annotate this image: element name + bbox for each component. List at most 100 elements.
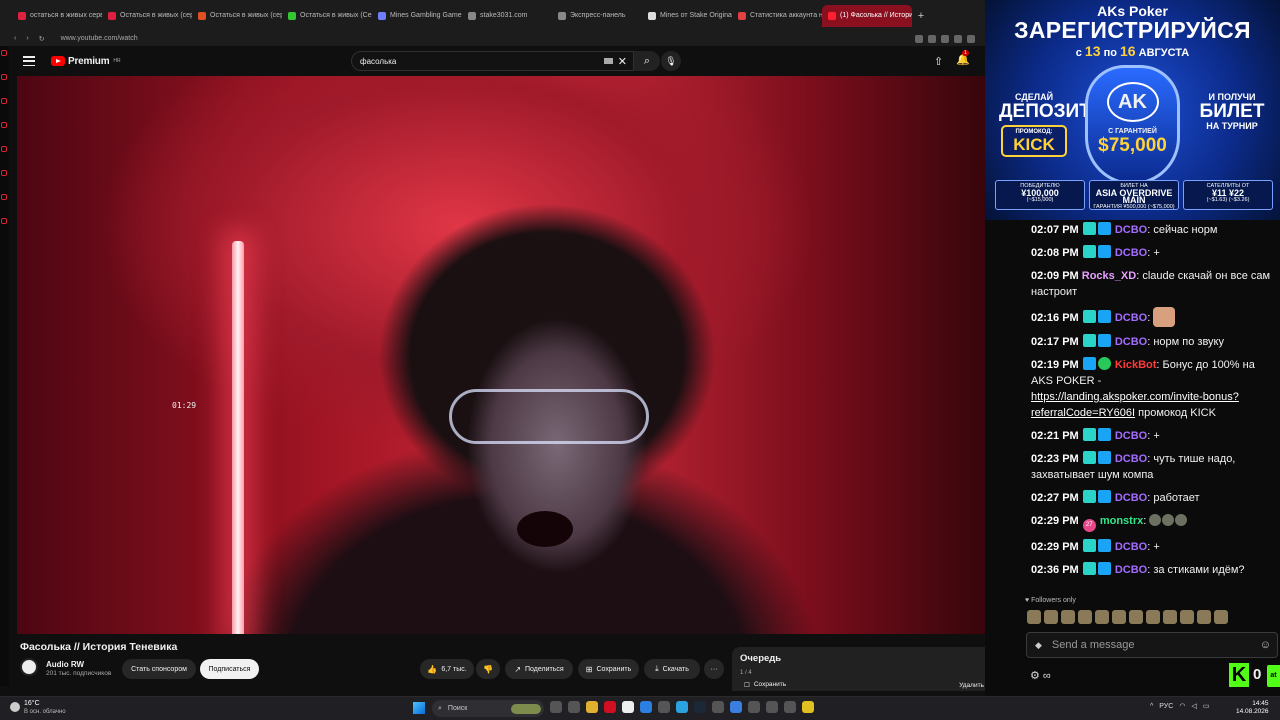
chat-username[interactable]: DCBO	[1115, 336, 1147, 348]
emote-icon[interactable]	[1078, 610, 1092, 624]
chat-send-chip[interactable]: at	[1267, 665, 1280, 687]
like-button[interactable]: 👍 6,7 тыс.	[420, 659, 474, 679]
browser-tab[interactable]: (1) Фасолька // Истори	[822, 4, 912, 27]
store-icon[interactable]	[730, 701, 742, 713]
keyboard-icon[interactable]	[603, 58, 613, 64]
forward-icon[interactable]: ›	[26, 35, 28, 42]
chat-username[interactable]: DCBO	[1115, 541, 1147, 553]
emoji-picker-icon[interactable]: ☺	[1260, 639, 1271, 651]
sidebar-app-icon[interactable]	[1, 170, 7, 176]
emote-icon[interactable]	[1129, 610, 1143, 624]
chrome-icon[interactable]	[568, 701, 580, 713]
chat-username[interactable]: DCBO	[1115, 453, 1147, 465]
sidebar-app-icon[interactable]	[1, 122, 7, 128]
channel-avatar[interactable]	[20, 658, 38, 676]
sidebar-app-icon[interactable]	[1, 98, 7, 104]
wifi-icon[interactable]: ◠	[1179, 702, 1185, 710]
sidebar-app-icon[interactable]	[1, 218, 7, 224]
poker-ad-banner[interactable]: AKs Poker ЗАРЕГИСТРИРУЙСЯ с 13 по 16 АВГ…	[985, 0, 1280, 220]
extension-icon[interactable]	[915, 34, 923, 43]
emote-icon[interactable]	[1163, 610, 1177, 624]
emote-icon[interactable]	[1180, 610, 1194, 624]
more-actions-button[interactable]: ···	[704, 659, 724, 679]
tray-chevron-icon[interactable]: ^	[1150, 703, 1153, 710]
chat-settings-icon[interactable]: ⚙ ∞	[1030, 669, 1051, 682]
app-icon[interactable]	[748, 701, 760, 713]
emote-icon[interactable]	[1146, 610, 1160, 624]
chat-username[interactable]: DCBO	[1115, 224, 1147, 236]
chat-username[interactable]: DCBO	[1115, 312, 1147, 324]
extension-icon[interactable]	[954, 34, 962, 43]
browser-tab[interactable]: Остаться в живых (Сер	[282, 5, 372, 27]
video-player[interactable]: 01:29	[17, 76, 1010, 634]
subscribe-button[interactable]: Подписаться	[200, 659, 259, 679]
taskbar-clock[interactable]: 14:45 14.08.2026	[1236, 700, 1269, 716]
chat-username[interactable]: Rocks_XD	[1082, 270, 1136, 282]
browser-tab[interactable]: Статистика аккаунта н	[732, 5, 822, 27]
yandex-icon[interactable]	[622, 701, 634, 713]
taskbar-search[interactable]: ⌕ Поиск	[432, 700, 544, 717]
browser-tab[interactable]: stake3031.com	[462, 5, 552, 27]
hamburger-menu-icon[interactable]	[23, 56, 35, 66]
queue-save-button[interactable]: ☐ Сохранить	[744, 681, 786, 689]
youtube-logo[interactable]: Premium HR	[51, 56, 121, 67]
emote-icon[interactable]	[1214, 610, 1228, 624]
chat-username[interactable]: DCBO	[1115, 430, 1147, 442]
dislike-button[interactable]: 👎	[476, 659, 500, 679]
clear-search-icon[interactable]: ✕	[618, 55, 627, 68]
browser-tab[interactable]: Остаться в живых (серв	[192, 5, 282, 27]
new-tab-icon[interactable]: +	[912, 10, 930, 22]
extension-icon[interactable]	[967, 34, 975, 43]
emote-icon[interactable]	[1027, 610, 1041, 624]
windows-start-icon[interactable]	[413, 702, 425, 714]
todo-icon[interactable]	[640, 701, 652, 713]
share-button[interactable]: ↗ Поделиться	[505, 659, 573, 679]
app-icon[interactable]	[784, 701, 796, 713]
chat-username[interactable]: monstrx	[1100, 515, 1143, 527]
sidebar-app-icon[interactable]	[1, 74, 7, 80]
channel-name[interactable]: Audio RW	[46, 660, 84, 669]
volume-icon[interactable]: ◁	[1191, 702, 1196, 710]
notifications-bell-icon[interactable]: 🔔 1	[956, 50, 970, 66]
sidebar-app-icon[interactable]	[1, 194, 7, 200]
extension-icon[interactable]	[941, 34, 949, 43]
weather-widget[interactable]: 16°C В осн. облачно	[24, 700, 66, 716]
task-view-icon[interactable]	[550, 701, 562, 713]
app-icon[interactable]	[802, 701, 814, 713]
opera-icon[interactable]	[604, 701, 616, 713]
telegram-icon[interactable]	[676, 701, 688, 713]
browser-tab[interactable]: Остаться в живых (сер	[102, 5, 192, 27]
chat-username[interactable]: DCBO	[1115, 564, 1147, 576]
browser-tab[interactable]: Экспресс-панель	[552, 5, 642, 27]
chat-username[interactable]: KickBot	[1115, 359, 1157, 371]
keyboard-language[interactable]: РУС	[1159, 703, 1173, 710]
browser-tab[interactable]: остаться в живых серв	[12, 5, 102, 27]
emote-icon[interactable]	[1112, 610, 1126, 624]
obs-icon[interactable]	[712, 701, 724, 713]
extension-icon[interactable]	[928, 34, 936, 43]
app-icon[interactable]	[658, 701, 670, 713]
sidebar-app-icon[interactable]	[1, 50, 7, 56]
upload-icon[interactable]: ⇧	[934, 55, 943, 68]
app-icon[interactable]	[766, 701, 778, 713]
back-icon[interactable]: ‹	[14, 35, 16, 42]
search-button[interactable]: ⌕	[634, 51, 660, 71]
download-button[interactable]: ⤓ Скачать	[644, 659, 700, 679]
sponsor-button[interactable]: Стать спонсором	[122, 659, 196, 679]
battery-icon[interactable]: ▭	[1203, 702, 1210, 710]
chat-username[interactable]: DCBO	[1115, 492, 1147, 504]
emote-icon[interactable]	[1197, 610, 1211, 624]
chat-message-input[interactable]: ◆ Send a message ☺	[1026, 632, 1278, 658]
reload-icon[interactable]: ↻	[39, 35, 45, 43]
browser-tab[interactable]: Mines от Stake Originals	[642, 5, 732, 27]
steam-icon[interactable]	[694, 701, 706, 713]
emote-icon[interactable]	[1061, 610, 1075, 624]
voice-search-button[interactable]: 🎙	[661, 51, 681, 71]
file-explorer-icon[interactable]	[586, 701, 598, 713]
emote-icon[interactable]	[1044, 610, 1058, 624]
url-field[interactable]: www.youtube.com/watch	[61, 35, 138, 42]
emote-icon[interactable]	[1095, 610, 1109, 624]
save-button[interactable]: ⊞ Сохранить	[578, 659, 639, 679]
browser-tab[interactable]: Mines Gambling Game b	[372, 5, 462, 27]
chat-username[interactable]: DCBO	[1115, 247, 1147, 259]
